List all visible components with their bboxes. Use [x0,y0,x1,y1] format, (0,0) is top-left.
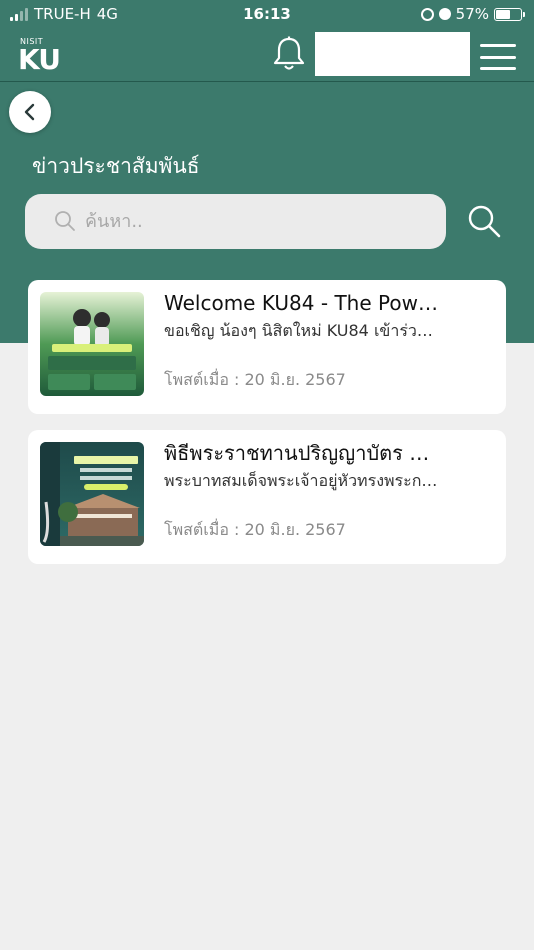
notification-bell-icon[interactable] [272,36,306,72]
status-right: 57% [420,5,525,23]
search-bar[interactable] [25,194,446,249]
news-date: โพสต์เมื่อ : 20 มิ.ย. 2567 [164,370,346,389]
search-button-icon[interactable] [466,203,502,239]
nav-bar: NISIT KU [0,28,534,82]
news-title: Welcome KU84 - The Power of KU [164,291,439,315]
search-icon [55,211,75,231]
news-title: พิธีพระราชทานปริญญาบัตร ปีการศึกษา [164,441,439,465]
news-card[interactable]: พิธีพระราชทานปริญญาบัตร ปีการศึกษา พระบา… [28,430,506,564]
nav-blank-panel [315,32,470,76]
page-title: ข่าวประชาสัมพันธ์ [32,154,200,178]
news-thumbnail [40,442,144,546]
alarm-icon [438,8,451,20]
app-logo[interactable]: NISIT KU [18,37,82,76]
search-input[interactable] [85,204,425,238]
chevron-left-icon [24,103,35,121]
back-button[interactable] [9,91,51,133]
battery-icon [494,7,525,21]
news-description: พระบาทสมเด็จพระเจ้าอยู่หัวทรงพระกรุณา [164,471,439,490]
news-thumbnail [40,292,144,396]
hamburger-menu-icon[interactable] [480,44,516,70]
news-card[interactable]: Welcome KU84 - The Power of KU ขอเชิญ น้… [28,280,506,414]
orientation-lock-icon [420,7,434,21]
status-bar: TRUE-H 4G 16:13 57% [0,0,534,28]
news-date: โพสต์เมื่อ : 20 มิ.ย. 2567 [164,520,346,539]
logo-big-text: KU [18,43,61,76]
news-description: ขอเชิญ น้องๆ นิสิตใหม่ KU84 เข้าร่วมงาน [164,321,439,340]
battery-percent: 57% [455,5,489,23]
